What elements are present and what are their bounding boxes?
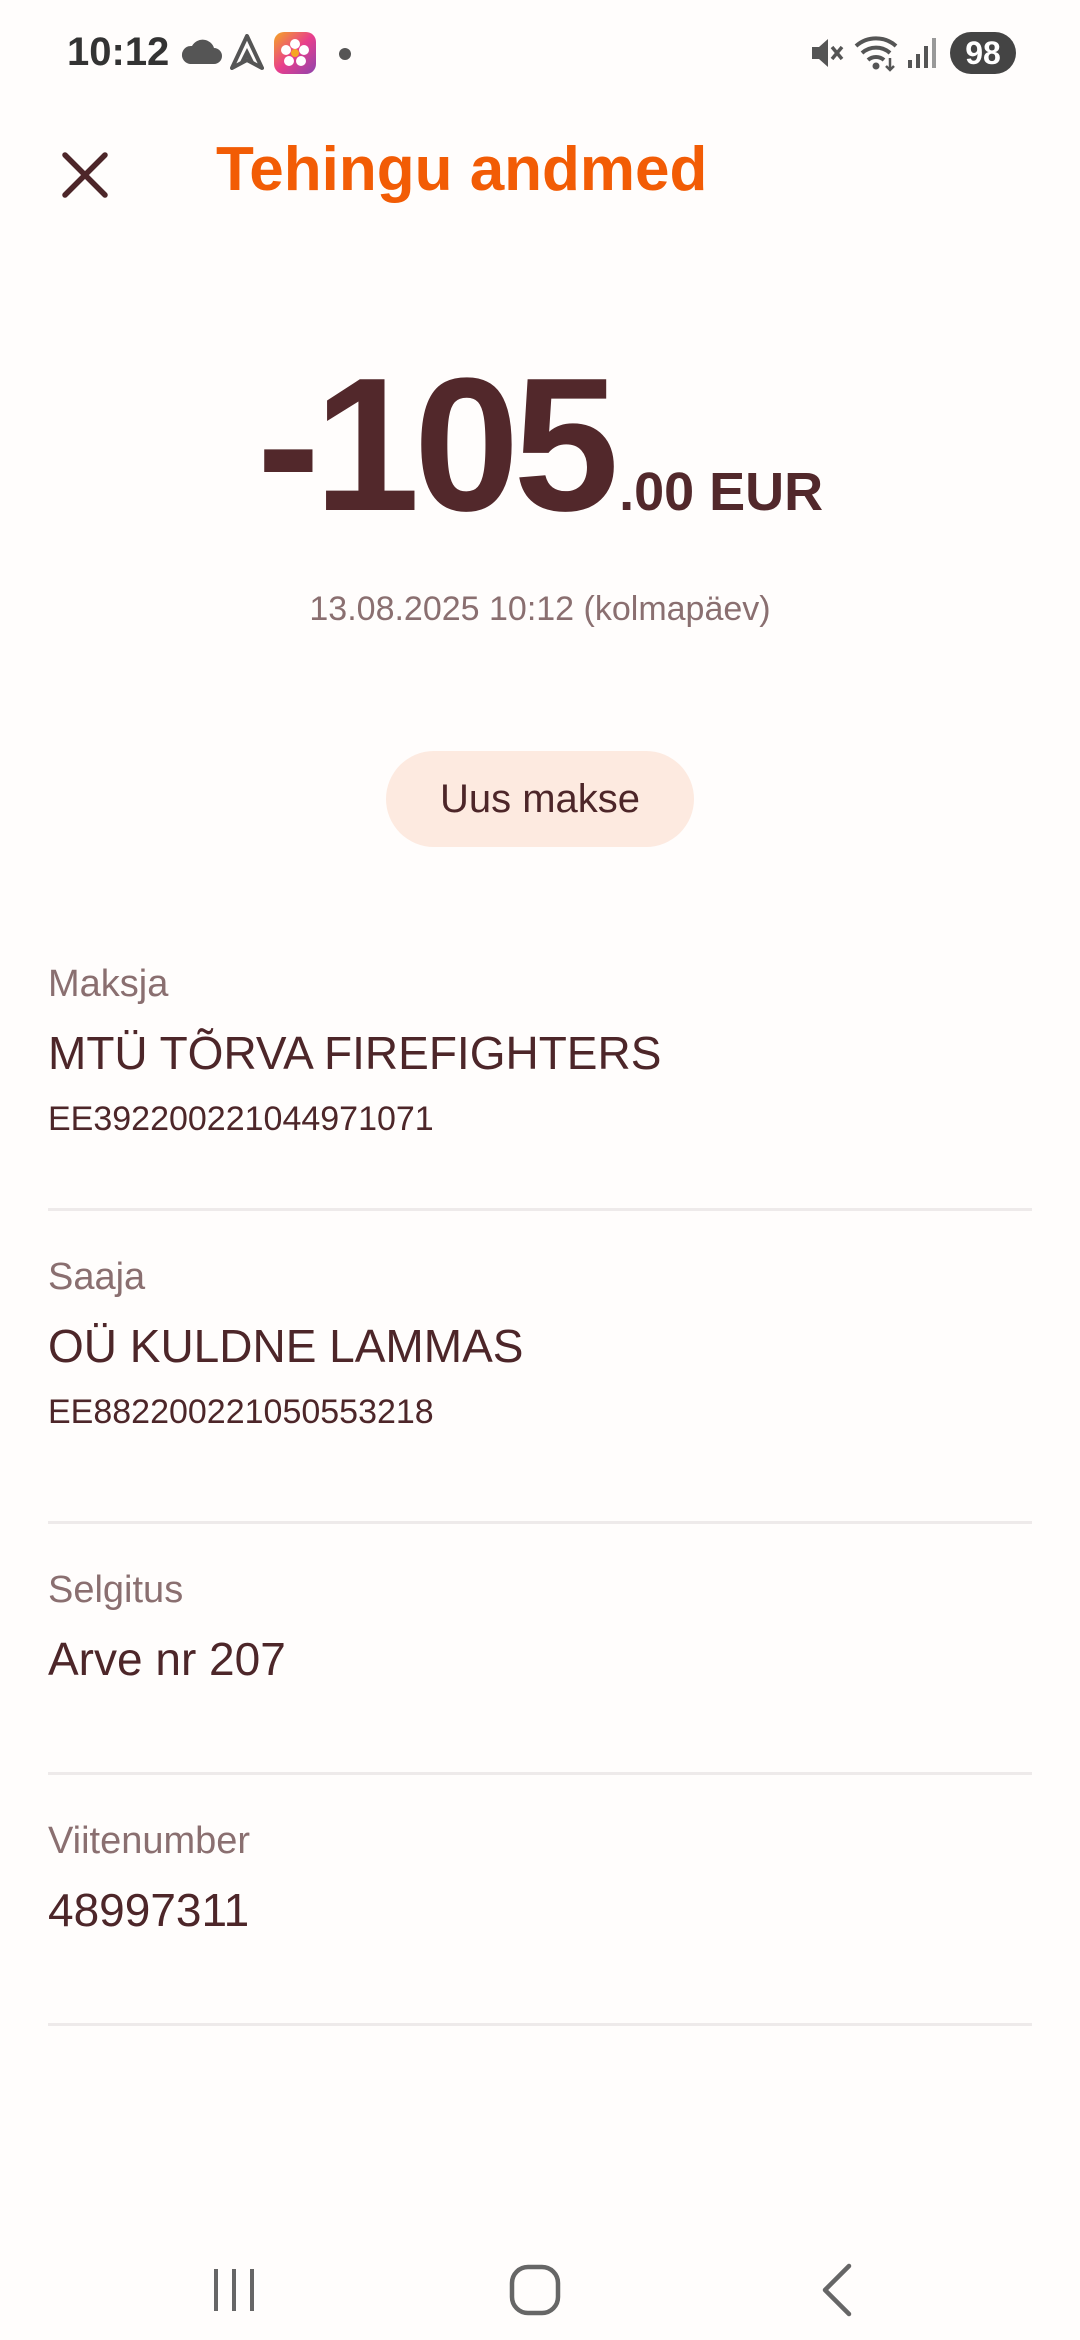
status-bar: 10:12 98 [0,0,1080,110]
back-button[interactable] [787,2240,887,2340]
wifi-icon [854,36,898,72]
transaction-amount: -105.00 EUR [0,350,1080,540]
home-icon [509,2264,561,2316]
reference-value: 48997311 [48,1884,250,1936]
description-value: Arve nr 207 [48,1633,286,1685]
status-time: 10:12 [67,30,170,74]
navigation-bar [0,2220,1080,2340]
cloud-icon [181,39,222,64]
reference-label: Viitenumber [48,1820,251,1862]
page-title: Tehingu andmed [216,135,708,204]
reference-section: Viitenumber 48997311 [48,1817,1032,2026]
navigation-icon [230,34,264,70]
battery-icon: 98 [950,32,1016,74]
mute-icon [812,39,844,67]
payer-iban: EE392200221044971071 [48,1100,434,1138]
recipient-name: OÜ KULDNE LAMMAS [48,1320,524,1372]
payer-section: Maksja MTÜ TÕRVA FIREFIGHTERS EE39220022… [48,960,1032,1211]
flower-app-icon [274,32,316,74]
payer-label: Maksja [48,963,169,1005]
dot-icon [339,48,351,60]
new-payment-button[interactable]: Uus makse [386,751,694,847]
close-button[interactable] [50,140,120,210]
recent-apps-icon [214,2269,254,2311]
recipient-iban: EE882200221050553218 [48,1393,434,1431]
description-label: Selgitus [48,1569,184,1611]
recent-apps-button[interactable] [184,2240,284,2340]
payer-name: MTÜ TÕRVA FIREFIGHTERS [48,1027,662,1079]
recipient-label: Saaja [48,1256,146,1298]
back-icon [822,2263,852,2317]
transaction-details: Maksja MTÜ TÕRVA FIREFIGHTERS EE39220022… [48,940,1032,2026]
description-section: Selgitus Arve nr 207 [48,1566,1032,1775]
amount-decimal-currency: .00 EUR [619,462,824,522]
close-icon [62,152,108,198]
home-button[interactable] [485,2240,585,2340]
signal-icon [908,38,936,68]
amount-integer: -105 [256,339,619,551]
recipient-section: Saaja OÜ KULDNE LAMMAS EE882200221050553… [48,1253,1032,1524]
transaction-datetime: 13.08.2025 10:12 (kolmapäev) [309,590,771,628]
